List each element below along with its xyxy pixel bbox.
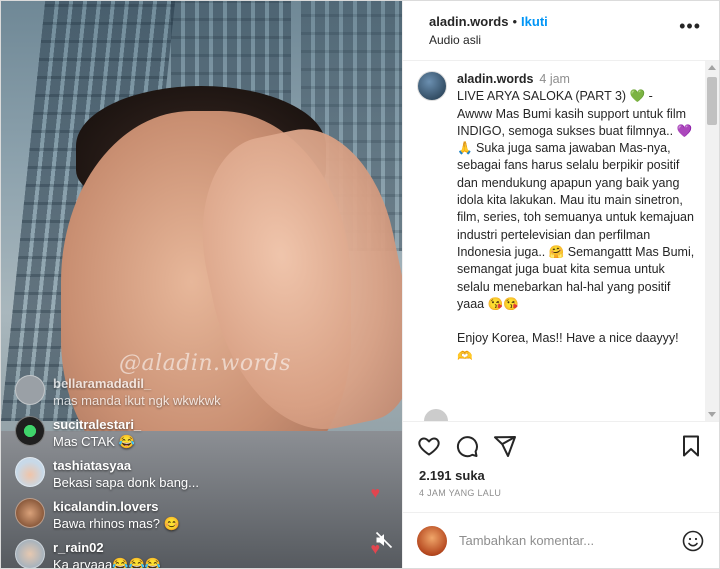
video-watermark: @aladin.words <box>119 351 292 376</box>
more-options-icon[interactable]: ••• <box>679 17 701 35</box>
scroll-down-arrow-icon[interactable] <box>708 412 716 417</box>
commenter-username: r_rain02 <box>53 540 104 555</box>
comment-message: Bawa rhinos mas? 😊 <box>53 516 180 531</box>
post-header: aladin.words • Ikuti Audio asli ••• <box>403 1 719 61</box>
live-comment: kicalandin.lovers Bawa rhinos mas? 😊 <box>15 498 345 532</box>
comment-message: Bekasi sapa donk bang... <box>53 475 199 490</box>
like-heart-icon[interactable] <box>417 434 441 458</box>
post-sidebar: aladin.words • Ikuti Audio asli ••• aladin… <box>402 1 719 568</box>
commenter-avatar <box>15 375 45 405</box>
author-avatar[interactable] <box>417 71 447 101</box>
share-icon[interactable] <box>493 434 517 458</box>
comments-scrollbar[interactable] <box>705 61 719 421</box>
caption-time: 4 jam <box>539 72 570 86</box>
author-username[interactable]: aladin.words <box>429 14 508 29</box>
comments-area: aladin.words 4 jam LIVE ARYA SALOKA (PART… <box>403 61 719 422</box>
post-caption: aladin.words 4 jam LIVE ARYA SALOKA (PART… <box>417 71 697 365</box>
live-video[interactable]: @aladin.words bellaramadadil_ mas manda … <box>1 1 402 568</box>
commenter-username: tashiatasyaa <box>53 458 132 473</box>
comment-message: mas manda ikut ngk wkwkwk <box>53 393 221 408</box>
caption-text: LIVE ARYA SALOKA (PART 3) 💚 - Awww Mas B… <box>457 89 695 363</box>
commenter-avatar <box>15 457 45 487</box>
live-comment: tashiatasyaa Bekasi sapa donk bang... <box>15 457 345 491</box>
comment-message: Ka aryaaa😂😂😂 <box>53 557 161 568</box>
heart-icon: ♥ <box>370 485 381 502</box>
commenter-username: sucitralestari_ <box>53 417 142 432</box>
comment-icon[interactable] <box>455 434 479 458</box>
bookmark-icon[interactable] <box>679 434 703 458</box>
emoji-icon[interactable] <box>681 529 705 553</box>
follow-button[interactable]: Ikuti <box>521 14 548 29</box>
commenter-username: kicalandin.lovers <box>53 499 159 514</box>
scroll-up-arrow-icon[interactable] <box>708 65 716 70</box>
mute-icon[interactable] <box>374 530 394 550</box>
comment-input[interactable]: Tambahkan komentar... <box>459 533 681 548</box>
live-comments-list: bellaramadadil_ mas manda ikut ngk wkwkw… <box>15 375 345 568</box>
separator-dot: • <box>512 14 518 29</box>
comment-message: Mas CTAK 😂 <box>53 434 135 449</box>
add-comment-bar: Tambahkan komentar... <box>403 512 719 568</box>
commenter-avatar <box>15 498 45 528</box>
live-comment: bellaramadadil_ mas manda ikut ngk wkwkw… <box>15 375 345 409</box>
likes-count[interactable]: 2.191 suka <box>403 462 719 486</box>
commenter-username: bellaramadadil_ <box>53 376 152 391</box>
live-comment: r_rain02 Ka aryaaa😂😂😂 <box>15 539 345 568</box>
audio-link[interactable]: Audio asli <box>429 33 705 47</box>
live-comment: sucitralestari_ Mas CTAK 😂 <box>15 416 345 450</box>
commenter-avatar <box>15 416 45 446</box>
post-actions <box>403 422 719 462</box>
current-user-avatar <box>417 525 447 556</box>
next-comment-avatar <box>424 409 448 421</box>
caption-username[interactable]: aladin.words <box>457 72 533 86</box>
scrollbar-thumb[interactable] <box>707 77 717 125</box>
post-viewer: @aladin.words bellaramadadil_ mas manda … <box>0 0 720 569</box>
post-timestamp: 4 JAM YANG LALU <box>419 488 502 498</box>
commenter-avatar <box>15 539 45 568</box>
